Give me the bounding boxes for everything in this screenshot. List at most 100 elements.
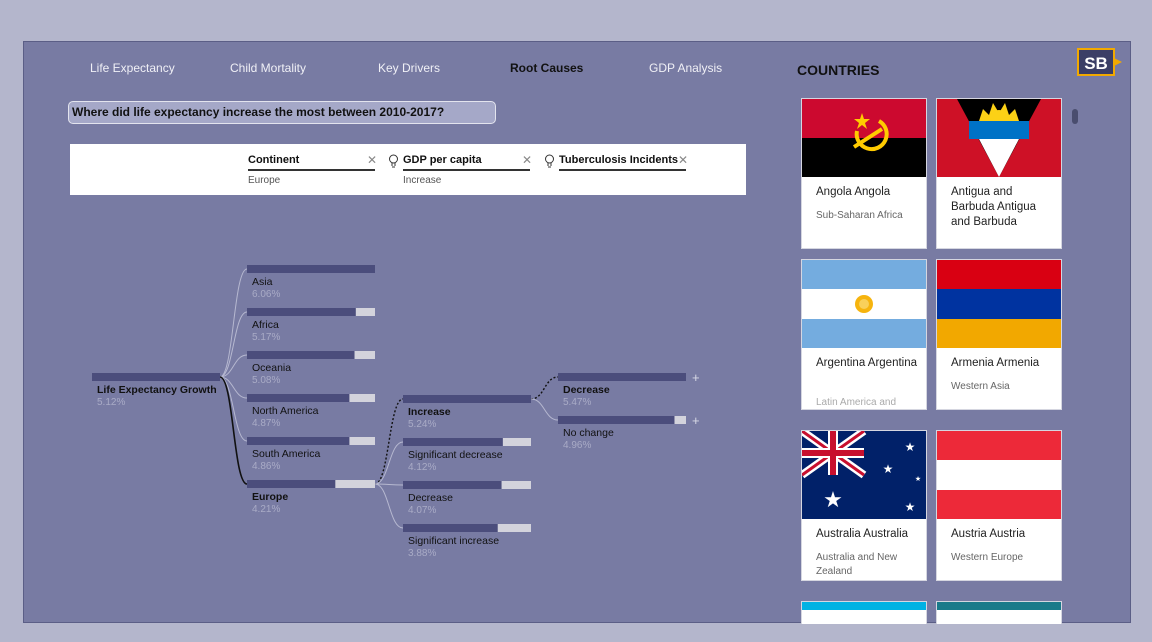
filter-gdp-per-capita[interactable]: GDP per capita ✕ Increase (389, 153, 532, 186)
tree-connector (219, 376, 248, 442)
tab-root-causes[interactable]: Root Causes (510, 61, 583, 75)
svg-text:★: ★ (905, 500, 916, 514)
node-label: South America (252, 448, 320, 460)
filter-continent-label: Continent (248, 154, 300, 166)
tree-node-continent[interactable]: Africa5.17% (247, 308, 375, 343)
country-card-next-1[interactable] (801, 601, 927, 624)
australia-flag-icon: ★ ★ ★ ★ ★ (802, 431, 926, 519)
country-region: Latin America and (816, 397, 897, 408)
logo-text: SB (1084, 54, 1108, 73)
country-name: Argentina Argentina (816, 357, 918, 369)
node-label: Significant increase (408, 535, 499, 547)
tab-child-mortality[interactable]: Child Mortality (230, 61, 306, 75)
country-card-antigua[interactable]: Antigua and Barbuda Antigua and Barbuda (936, 98, 1062, 249)
country-region: Western Europe (951, 552, 1024, 563)
tab-key-drivers[interactable]: Key Drivers (378, 61, 440, 75)
tab-gdp-analysis[interactable]: GDP Analysis (649, 61, 722, 75)
svg-text:★: ★ (823, 488, 843, 513)
filter-continent[interactable]: Continent ✕ Europe (248, 153, 377, 186)
tree-node-gdp[interactable]: Increase5.24% (403, 395, 531, 430)
tree-node-gdp[interactable]: Decrease4.07% (403, 481, 531, 516)
country-card-armenia[interactable]: Armenia Armenia Western Asia (936, 259, 1062, 410)
bar-fill (247, 265, 375, 273)
bar-fill (403, 438, 503, 446)
tree-node-continent[interactable]: North America4.87% (247, 394, 375, 429)
sb-logo: SB (1077, 48, 1122, 76)
node-label: Life Expectancy Growth (97, 384, 217, 396)
gallery-scrollbar[interactable] (1072, 109, 1078, 124)
svg-text:★: ★ (883, 462, 894, 476)
country-card-gallery: Angola Angola Sub-Saharan Africa Antigua… (801, 98, 1071, 624)
node-label: Africa (252, 319, 279, 331)
bar-fill (247, 351, 355, 359)
expand-plus-icon[interactable]: + (692, 370, 700, 385)
country-name: Antigua and Barbuda Antigua and Barbuda (951, 186, 1037, 228)
tree-connector (374, 441, 404, 485)
tree-node-continent[interactable]: Asia6.06% (247, 265, 375, 300)
node-label: North America (252, 405, 319, 417)
tree-connector (219, 268, 248, 378)
close-icon[interactable]: ✕ (678, 153, 688, 167)
svg-text:★: ★ (915, 475, 921, 483)
austria-flag-icon (937, 431, 1061, 519)
node-label: Decrease (563, 384, 610, 396)
country-name: Austria Austria (951, 528, 1026, 540)
tree-connector (374, 398, 404, 485)
tree-connector (530, 398, 559, 421)
bar-fill (403, 481, 502, 489)
country-card-austria[interactable]: Austria Austria Western Europe (936, 430, 1062, 581)
bar-fill (247, 437, 350, 445)
node-value: 4.12% (408, 462, 436, 473)
bar-fill (247, 480, 336, 488)
node-value: 4.96% (563, 440, 591, 451)
close-icon[interactable]: ✕ (522, 153, 532, 167)
country-region: Sub-Saharan Africa (816, 210, 903, 221)
tree-connector (374, 483, 404, 529)
tree-node-continent[interactable]: Europe4.21% (247, 480, 375, 515)
node-value: 5.47% (563, 397, 591, 408)
node-value: 5.17% (252, 332, 280, 343)
country-region: Australia and New Zealand (816, 552, 898, 577)
node-value: 3.88% (408, 548, 436, 559)
node-label: Asia (252, 276, 273, 288)
tree-node-gdp[interactable]: Significant increase3.88% (403, 524, 531, 559)
tree-connector (530, 376, 559, 400)
tree-node-continent[interactable]: Oceania5.08% (247, 351, 375, 386)
tree-node-root[interactable]: Life Expectancy Growth5.12% (92, 373, 220, 408)
filter-continent-name: Continent ✕ (248, 153, 377, 171)
tree-node-continent[interactable]: South America4.86% (247, 437, 375, 472)
flag-strip (802, 602, 926, 610)
country-card-angola[interactable]: Angola Angola Sub-Saharan Africa (801, 98, 927, 249)
tree-node-tuberculosis[interactable]: No change4.96% (558, 416, 686, 451)
filter-tuberculosis[interactable]: Tuberculosis Incidents ✕ (545, 153, 688, 171)
node-label: Oceania (252, 362, 291, 374)
flag-strip (937, 602, 1061, 610)
country-card-argentina[interactable]: Argentina Argentina Latin America and (801, 259, 927, 410)
tree-node-tuberculosis[interactable]: Decrease5.47% (558, 373, 686, 408)
close-icon[interactable]: ✕ (367, 153, 377, 167)
bar-fill (403, 524, 498, 532)
country-name: Australia Australia (816, 528, 909, 540)
country-card-next-2[interactable] (936, 601, 1062, 624)
report-canvas: Life Expectancy Child Mortality Key Driv… (23, 41, 1131, 624)
node-value: 5.24% (408, 419, 436, 430)
tree-node-gdp[interactable]: Significant decrease4.12% (403, 438, 531, 473)
angola-flag-icon (802, 99, 926, 177)
lightbulb-icon (545, 154, 554, 168)
country-name: Armenia Armenia (951, 357, 1040, 369)
bar-fill (92, 373, 220, 381)
tree-connector (219, 354, 248, 378)
node-label: Europe (252, 491, 288, 503)
tree-connector (374, 483, 404, 486)
node-value: 5.12% (97, 397, 125, 408)
country-region: Western Asia (951, 381, 1010, 392)
tree-connector (219, 311, 248, 378)
bar-fill (247, 394, 350, 402)
tab-life-expectancy[interactable]: Life Expectancy (90, 61, 175, 75)
node-value: 4.07% (408, 505, 436, 516)
country-card-australia[interactable]: ★ ★ ★ ★ ★ Australia Australia Australia … (801, 430, 927, 581)
expand-plus-icon[interactable]: + (692, 413, 700, 428)
node-value: 4.86% (252, 461, 280, 472)
filter-continent-value: Europe (248, 175, 281, 186)
node-value: 4.21% (252, 504, 280, 515)
